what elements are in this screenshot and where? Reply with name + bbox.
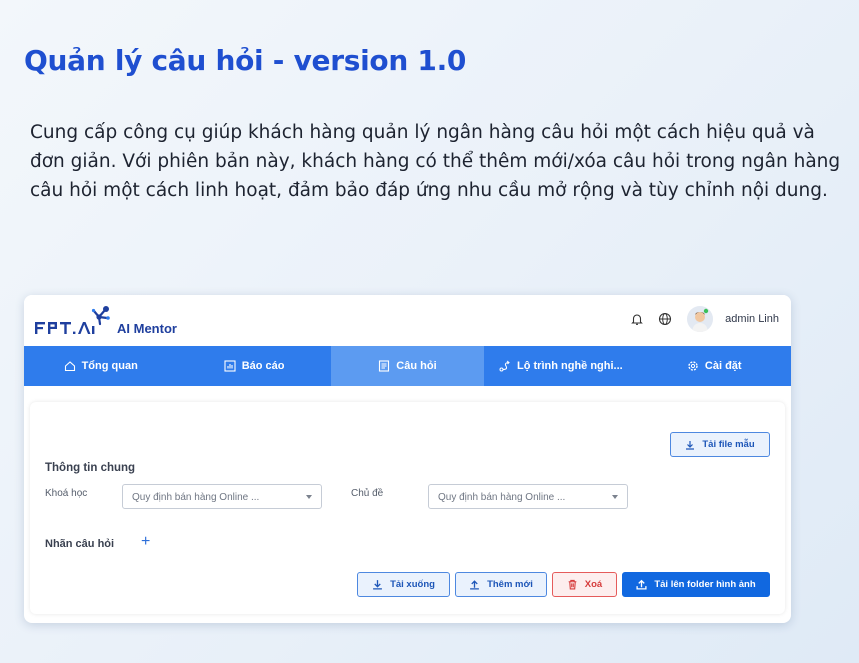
topic-select[interactable]: Quy định bán hàng Online ... <box>428 484 628 509</box>
page-title: Quản lý câu hỏi - version 1.0 <box>24 44 467 77</box>
add-tag-button[interactable]: + <box>141 533 150 551</box>
globe-icon[interactable] <box>655 309 675 329</box>
question-tag-label: Nhãn câu hỏi <box>45 538 115 550</box>
chevron-down-icon <box>306 495 312 499</box>
upload-image-folder-button[interactable]: Tải lên folder hình ảnh <box>622 572 770 597</box>
nav-item-questions[interactable]: Câu hỏi <box>330 346 485 386</box>
topic-select-value: Quy định bán hàng Online ... <box>438 492 566 503</box>
product-name: AI Mentor <box>117 321 177 336</box>
nav-item-label: Câu hỏi <box>396 360 437 372</box>
add-new-button[interactable]: Thêm mới <box>455 572 547 597</box>
course-select-value: Quy định bán hàng Online ... <box>132 492 260 503</box>
upload-icon <box>636 579 647 590</box>
trash-icon <box>568 579 577 590</box>
app-window: AI Mentor admin Linh Tổng quan Báo cáo C… <box>24 295 791 623</box>
home-icon <box>64 361 75 372</box>
download-button[interactable]: Tải xuống <box>357 572 450 597</box>
nav-item-overview[interactable]: Tổng quan <box>24 346 177 386</box>
nav-item-label: Tổng quan <box>81 360 138 372</box>
document-icon <box>379 360 390 372</box>
gear-icon <box>688 361 698 371</box>
download-template-button[interactable]: Tải file mẫu <box>670 432 770 457</box>
nav-item-label: Lộ trình nghề nghi... <box>517 360 623 372</box>
download-icon <box>373 580 382 590</box>
course-select[interactable]: Quy định bán hàng Online ... <box>122 484 322 509</box>
delete-button[interactable]: Xoá <box>552 572 617 597</box>
upload-icon <box>470 580 479 590</box>
section-title: Thông tin chung <box>45 462 136 474</box>
chart-icon <box>224 360 236 372</box>
nav-item-label: Báo cáo <box>241 360 285 372</box>
route-icon <box>499 360 510 372</box>
user-name[interactable]: admin Linh <box>725 313 779 325</box>
nav-item-label: Cài đặt <box>704 360 742 372</box>
download-icon <box>686 440 695 450</box>
nav-item-settings[interactable]: Cài đặt <box>638 346 791 386</box>
course-label: Khoá học <box>45 488 88 499</box>
nav-item-reports[interactable]: Báo cáo <box>177 346 330 386</box>
main-nav: Tổng quan Báo cáo Câu hỏi Lộ trình nghề … <box>24 346 791 386</box>
bell-icon[interactable] <box>627 309 647 329</box>
fpt-ai-logo <box>35 306 110 334</box>
question-form-panel: Tải file mẫu Thông tin chung Khoá học Qu… <box>30 402 785 614</box>
topic-label: Chủ đề <box>351 488 384 499</box>
top-bar: AI Mentor admin Linh <box>24 295 791 346</box>
page-description: Cung cấp công cụ giúp khách hàng quản lý… <box>30 122 841 201</box>
avatar[interactable] <box>687 306 714 332</box>
chevron-down-icon <box>612 495 618 499</box>
top-right-controls: admin Linh <box>627 305 779 333</box>
nav-item-career-path[interactable]: Lộ trình nghề nghi... <box>484 346 637 386</box>
